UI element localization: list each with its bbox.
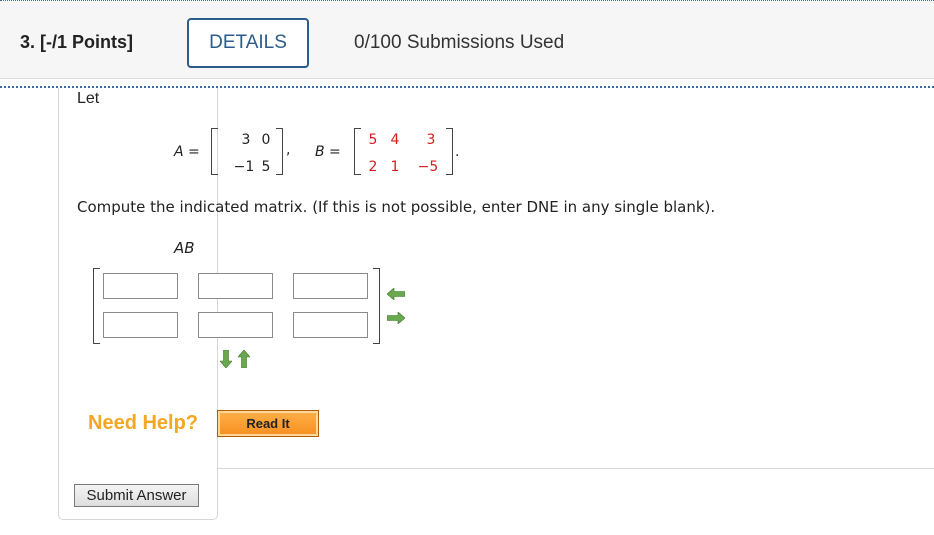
answer-left-bracket [93,268,100,344]
arrow-left-icon[interactable] [386,285,406,304]
answer-cell-r1c2[interactable] [198,273,273,299]
matrix-a-left-bracket [211,128,218,175]
matrix-b-cell: 1 [390,159,400,175]
content-divider [218,468,934,469]
submissions-count: 0/100 Submissions Used [354,32,565,53]
problem-intro: Let [77,90,100,107]
answer-cell-r1c3[interactable] [293,273,368,299]
answer-right-bracket [373,268,380,344]
problem-instruction: Compute the indicated matrix. (If this i… [77,198,716,216]
matrix-a-comma: , [286,142,291,158]
matrix-b-label: B = [315,144,341,160]
matrix-b-cell: −5 [417,159,439,175]
submit-answer-button[interactable]: Submit Answer [74,484,199,507]
matrix-b-cell: 3 [426,132,436,148]
read-it-button[interactable]: Read It [217,410,319,437]
need-help-label: Need Help? [88,412,199,434]
details-button[interactable]: DETAILS [187,18,309,68]
answer-cell-r2c2[interactable] [198,312,273,338]
target-matrix-label: AB [174,239,195,257]
arrow-down-icon[interactable] [219,349,233,372]
matrix-a-label: A = [174,144,200,160]
arrow-up-icon[interactable] [237,349,251,372]
arrow-right-icon[interactable] [386,309,406,328]
question-number: 3. [-/1 Points] [20,32,134,52]
answer-cell-r2c3[interactable] [293,312,368,338]
matrix-b-cell: 4 [390,132,400,148]
matrix-b-right-bracket [446,128,453,175]
matrix-a-right-bracket [276,128,283,175]
answer-cell-r2c1[interactable] [103,312,178,338]
matrix-b-period: . [455,144,460,160]
answer-cell-r1c1[interactable] [103,273,178,299]
